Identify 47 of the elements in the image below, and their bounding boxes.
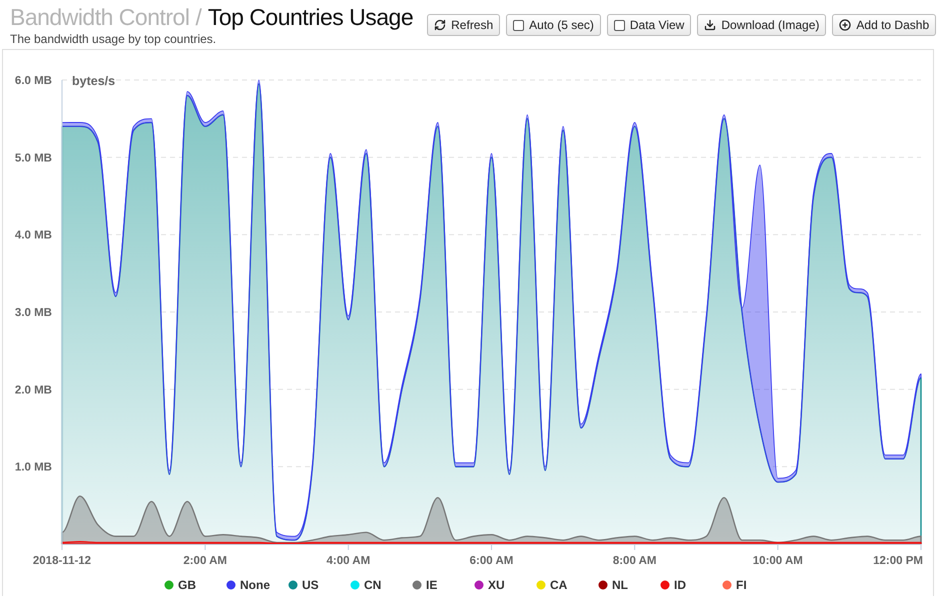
x-axis-label: 6:00 AM xyxy=(470,555,514,567)
y-axis-label: 5.0 MB xyxy=(14,152,52,164)
toolbar-button[interactable]: Add to Dashb xyxy=(832,14,936,36)
plus-circle-icon xyxy=(839,19,852,31)
x-axis-label: 2018-11-12 xyxy=(32,555,92,567)
legend-item[interactable]: CA xyxy=(536,578,568,592)
download-icon xyxy=(704,19,716,31)
legend-label: None xyxy=(240,578,270,592)
checkbox[interactable] xyxy=(513,20,524,30)
legend-item[interactable]: CN xyxy=(350,578,382,592)
legend-item[interactable]: None xyxy=(226,578,270,592)
legend-label: FI xyxy=(736,578,747,592)
legend-label: GB xyxy=(178,578,196,592)
toolbar-button[interactable]: Download (Image) xyxy=(697,14,826,36)
refresh-icon xyxy=(434,19,446,31)
x-axis-label: 2:00 AM xyxy=(183,555,227,567)
legend-item[interactable]: GB xyxy=(164,578,196,592)
x-axis-label: 4:00 AM xyxy=(326,555,370,567)
toolbar-button[interactable]: Refresh xyxy=(427,14,500,36)
toggle-button[interactable]: Data View xyxy=(606,14,692,36)
legend-item[interactable]: FI xyxy=(722,578,747,592)
legend-label: IE xyxy=(426,578,438,592)
legend-label: CA xyxy=(550,578,568,592)
y-axis-label: 4.0 MB xyxy=(14,230,52,242)
legend-item[interactable]: XU xyxy=(474,578,505,592)
legend-label: CN xyxy=(364,578,382,592)
legend-label: ID xyxy=(674,578,686,592)
legend-label: US xyxy=(302,578,319,592)
legend-label: XU xyxy=(488,578,505,592)
page-subtitle: The bandwidth usage by top countries. xyxy=(10,32,218,46)
y-axis-label: 3.0 MB xyxy=(14,307,52,319)
page-title: Top Countries Usage xyxy=(208,4,414,30)
x-axis-label: 12:00 PM xyxy=(873,555,923,567)
x-axis-label: 8:00 AM xyxy=(612,555,656,567)
y-axis-title: bytes/s xyxy=(72,74,116,88)
y-axis-label: 2.0 MB xyxy=(14,384,52,396)
legend-item[interactable]: US xyxy=(288,578,319,592)
breadcrumb-separator: / xyxy=(195,4,202,30)
legend-label: NL xyxy=(612,578,628,592)
y-axis-label: 6.0 MB xyxy=(14,75,52,87)
y-axis-label: 1.0 MB xyxy=(14,462,52,474)
legend-item[interactable]: NL xyxy=(598,578,628,592)
x-axis-label: 10:00 AM xyxy=(752,555,803,567)
legend-item[interactable]: ID xyxy=(660,578,686,592)
toggle-button[interactable]: Auto (5 sec) xyxy=(506,14,601,36)
legend-item[interactable]: IE xyxy=(412,578,438,592)
checkbox[interactable] xyxy=(614,20,625,30)
